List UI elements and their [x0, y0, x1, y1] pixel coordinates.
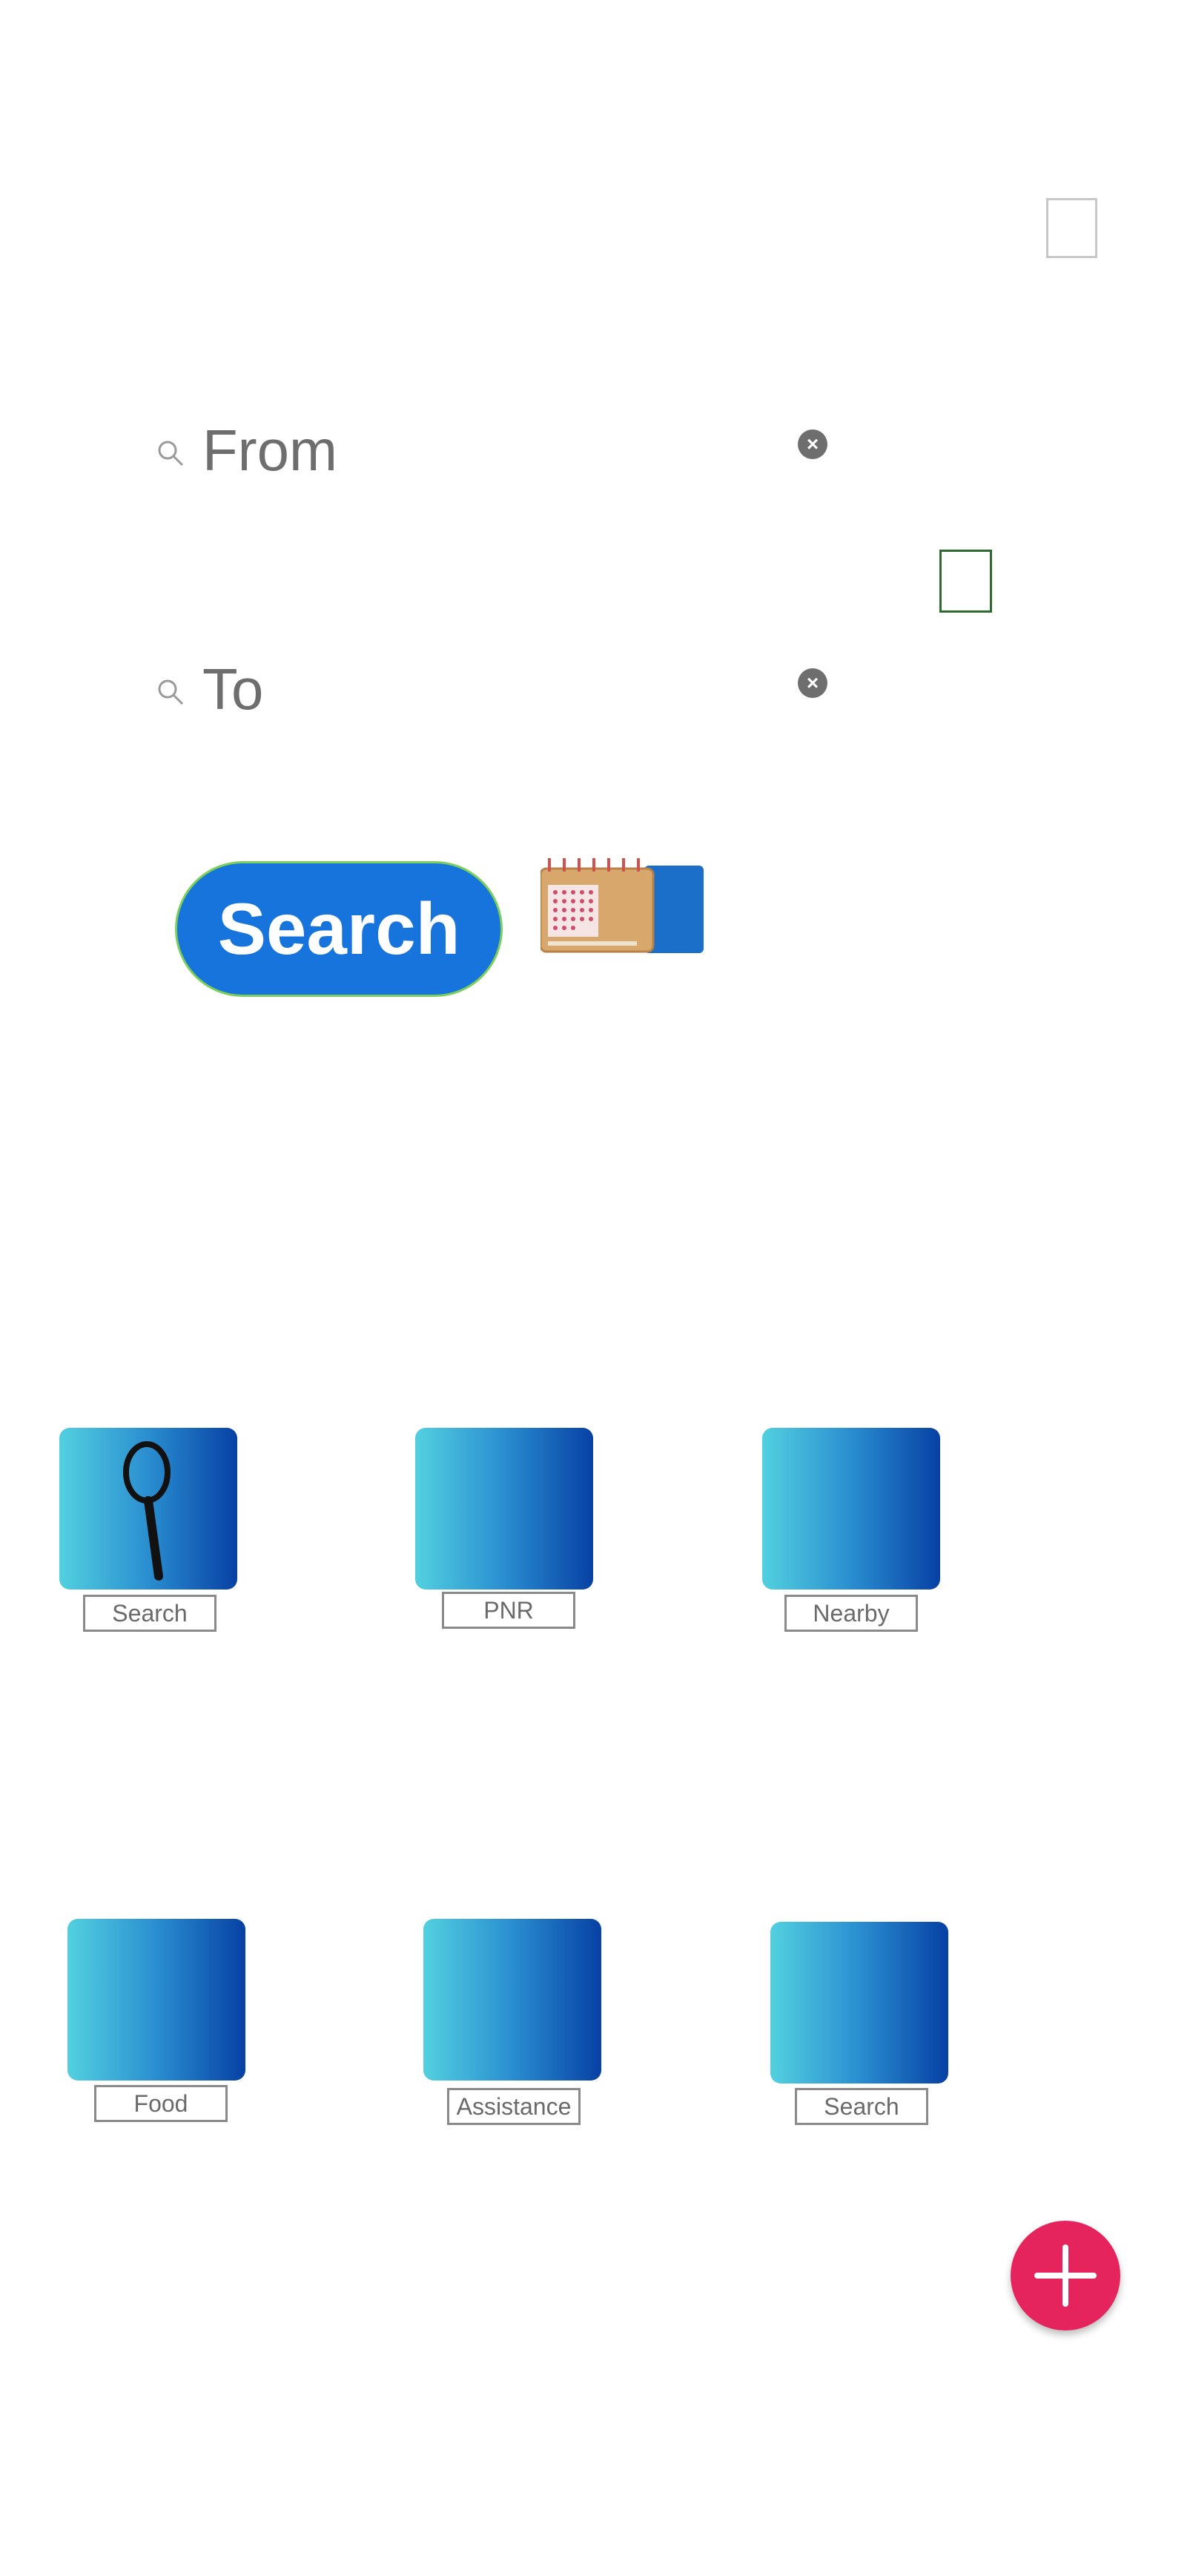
- tile-food[interactable]: [67, 1919, 245, 2081]
- tile-label: Search: [83, 1595, 216, 1632]
- search-icon: [158, 679, 184, 705]
- from-field[interactable]: From ×: [156, 409, 838, 490]
- tile-assistance[interactable]: [423, 1919, 601, 2081]
- tile-pnr[interactable]: [415, 1428, 593, 1590]
- middle-checkbox[interactable]: [939, 550, 992, 613]
- tile-label: Search: [795, 2088, 928, 2125]
- date-picker[interactable]: [539, 858, 704, 955]
- plus-icon: [1034, 2244, 1097, 2307]
- to-placeholder: To: [202, 656, 264, 722]
- to-field[interactable]: To ×: [156, 648, 838, 729]
- search-button[interactable]: Search: [175, 861, 503, 997]
- clear-icon[interactable]: ×: [798, 668, 827, 698]
- tile-search-2[interactable]: [770, 1922, 948, 2083]
- tile-label: Assistance: [447, 2088, 581, 2125]
- top-checkbox[interactable]: [1046, 198, 1097, 258]
- clear-icon[interactable]: ×: [798, 429, 827, 459]
- tile-label: PNR: [442, 1592, 575, 1629]
- tile-label: Nearby: [784, 1595, 918, 1632]
- from-placeholder: From: [202, 418, 337, 483]
- magnifier-icon: [123, 1441, 171, 1581]
- add-button[interactable]: [1011, 2221, 1120, 2330]
- calendar-icon: [539, 858, 704, 953]
- tile-nearby[interactable]: [762, 1428, 940, 1590]
- tile-label: Food: [94, 2085, 228, 2122]
- tile-search[interactable]: [59, 1428, 237, 1590]
- search-icon: [158, 441, 184, 467]
